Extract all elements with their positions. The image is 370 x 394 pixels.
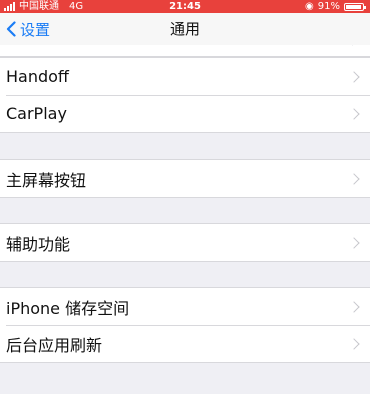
row-background-refresh[interactable]: 后台应用刷新 bbox=[0, 325, 370, 362]
chevron-right-icon bbox=[348, 236, 360, 249]
chevron-right-icon bbox=[348, 300, 360, 313]
row-label: 后台应用刷新 bbox=[6, 335, 103, 355]
battery-fill bbox=[346, 4, 361, 9]
row-accessibility[interactable]: 辅助功能 bbox=[0, 224, 370, 261]
settings-group-accessibility: 辅助功能 bbox=[0, 223, 370, 262]
battery-icon bbox=[344, 2, 366, 11]
chevron-right-icon bbox=[348, 172, 360, 185]
chevron-right-icon bbox=[348, 107, 360, 120]
chevron-right-icon bbox=[348, 70, 360, 83]
row-home-button[interactable]: 主屏幕按钮 bbox=[0, 160, 370, 197]
settings-group-storage: iPhone 储存空间 后台应用刷新 bbox=[0, 287, 370, 363]
chevron-right-icon bbox=[348, 337, 360, 350]
row-label: Handoff bbox=[6, 67, 69, 86]
row-label: iPhone 储存空间 bbox=[6, 298, 130, 318]
row-label: 主屏幕按钮 bbox=[6, 170, 87, 190]
navigation-bar: 设置 通用 bbox=[0, 13, 370, 45]
settings-group-home-button: 主屏幕按钮 bbox=[0, 159, 370, 198]
row-label: 辅助功能 bbox=[6, 234, 71, 254]
location-icon: ◉ bbox=[305, 1, 314, 12]
row-iphone-storage[interactable]: iPhone 储存空间 bbox=[0, 288, 370, 325]
row-handoff[interactable]: Handoff bbox=[0, 58, 370, 95]
page-title: 通用 bbox=[169, 20, 200, 38]
list-item-partial[interactable] bbox=[0, 45, 370, 57]
settings-group-handoff: Handoff CarPlay bbox=[0, 57, 370, 133]
row-label: CarPlay bbox=[6, 104, 67, 123]
battery-percent: 91% bbox=[317, 1, 340, 12]
status-bar: 中国联通 4G 21:45 ◉ 91% bbox=[0, 0, 370, 13]
row-carplay[interactable]: CarPlay bbox=[0, 95, 370, 132]
